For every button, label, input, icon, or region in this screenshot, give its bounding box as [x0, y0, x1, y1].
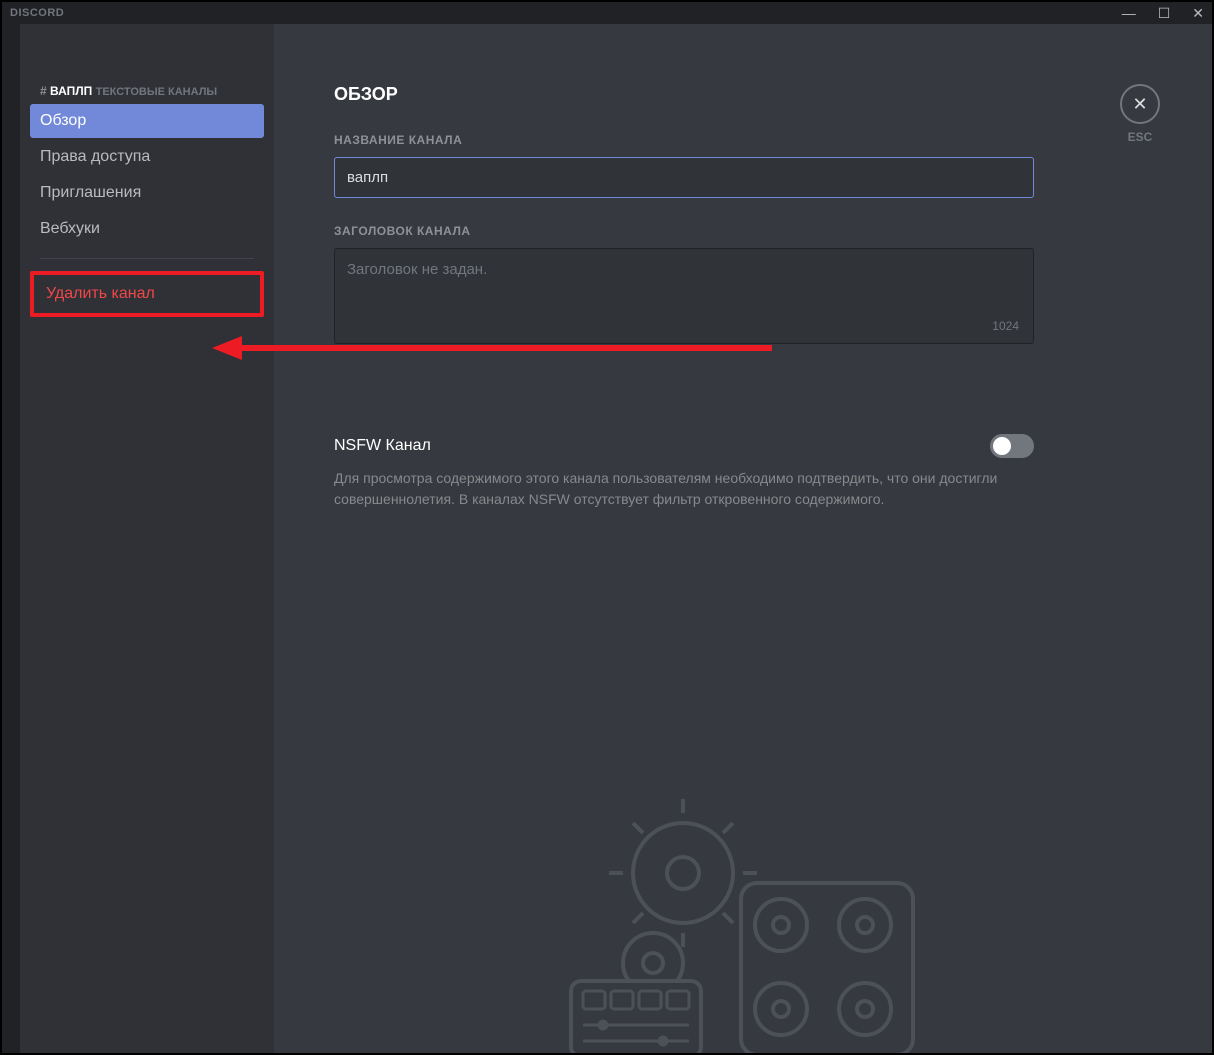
maximize-icon[interactable]: ☐ [1158, 5, 1171, 22]
channel-topic-input[interactable]: Заголовок не задан. 1024 [334, 248, 1034, 344]
close-icon: ✕ [1132, 94, 1147, 115]
sidebar-item-webhooks[interactable]: Вебхуки [30, 212, 264, 246]
app-name: DISCORD [10, 7, 64, 19]
page-title: ОБЗОР [334, 84, 1132, 105]
titlebar: DISCORD — ☐ ✕ [2, 2, 1212, 24]
sidebar-divider [40, 258, 254, 259]
topic-char-counter: 1024 [992, 319, 1019, 333]
decorative-illustration [553, 793, 933, 1053]
channel-name-label: НАЗВАНИЕ КАНАЛА [334, 133, 1132, 147]
sidebar-item-overview[interactable]: Обзор [30, 104, 264, 138]
channel-name-input[interactable] [334, 157, 1034, 198]
channel-topic-label: ЗАГОЛОВОК КАНАЛА [334, 224, 1132, 238]
nsfw-row: NSFW Канал [334, 434, 1034, 458]
nsfw-title: NSFW Канал [334, 437, 431, 455]
channel-category: ТЕКСТОВЫЕ КАНАЛЫ [96, 86, 218, 98]
close-window-icon[interactable]: ✕ [1192, 5, 1204, 22]
nsfw-description: Для просмотра содержимого этого канала п… [334, 468, 1034, 510]
left-gutter [2, 24, 20, 1053]
topic-placeholder: Заголовок не задан. [347, 261, 487, 278]
window-controls: — ☐ ✕ [1122, 5, 1204, 22]
close-label: ESC [1120, 130, 1160, 144]
nsfw-toggle[interactable] [990, 434, 1034, 458]
toggle-knob [993, 437, 1011, 455]
close-button[interactable]: ✕ [1120, 84, 1160, 124]
close-wrap: ✕ ESC [1120, 84, 1160, 144]
app-body: # ВАПЛП ТЕКСТОВЫЕ КАНАЛЫ Обзор Права дос… [2, 24, 1212, 1053]
sidebar-header: # ВАПЛП ТЕКСТОВЫЕ КАНАЛЫ [30, 84, 264, 104]
sidebar-item-permissions[interactable]: Права доступа [30, 140, 264, 174]
delete-highlight-box: Удалить канал [30, 271, 264, 317]
channel-name: ВАПЛП [50, 84, 92, 98]
delete-channel-button[interactable]: Удалить канал [36, 277, 258, 311]
hash-icon: # [40, 84, 47, 98]
sidebar-item-invites[interactable]: Приглашения [30, 176, 264, 210]
sidebar: # ВАПЛП ТЕКСТОВЫЕ КАНАЛЫ Обзор Права дос… [20, 24, 274, 1053]
minimize-icon[interactable]: — [1122, 5, 1136, 22]
main-content: ✕ ESC ОБЗОР НАЗВАНИЕ КАНАЛА ЗАГОЛОВОК КА… [274, 24, 1212, 1053]
